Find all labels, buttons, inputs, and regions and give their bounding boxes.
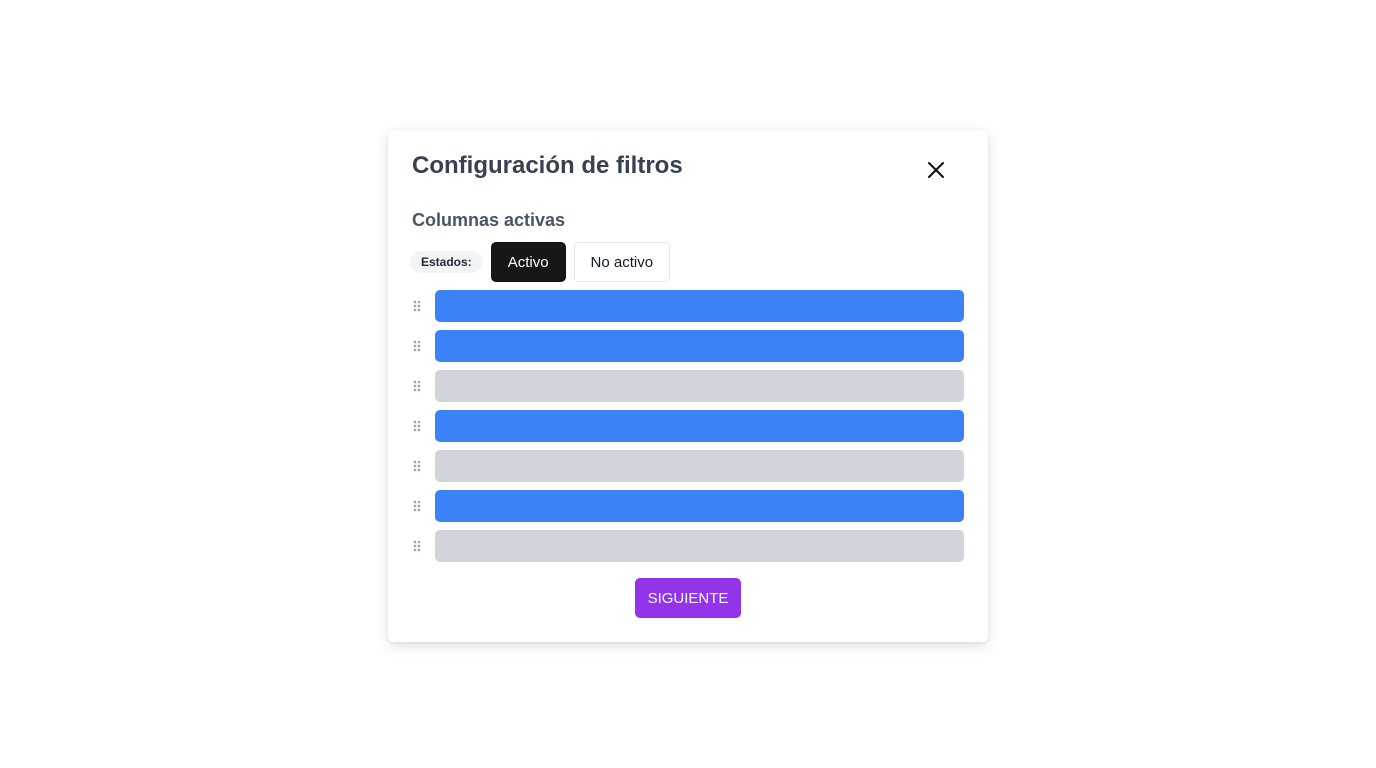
states-filter: Estados: Activo No activo [410, 242, 671, 282]
column-bar-inactive[interactable] [435, 370, 964, 402]
drag-handle-icon [413, 540, 421, 552]
column-bar-active[interactable] [435, 330, 964, 362]
column-bar-inactive[interactable] [435, 530, 964, 562]
drag-handle-icon [413, 420, 421, 432]
drag-handle[interactable] [412, 490, 435, 522]
close-icon [928, 162, 944, 178]
drag-handle-icon [413, 300, 421, 312]
drag-handle[interactable] [412, 530, 435, 562]
column-row [412, 530, 964, 562]
modal-title: Configuración de filtros [412, 152, 683, 179]
column-bar-active[interactable] [435, 490, 964, 522]
column-list [412, 290, 964, 570]
drag-handle-icon [413, 380, 421, 392]
column-row [412, 330, 964, 362]
drag-handle[interactable] [412, 410, 435, 442]
drag-handle[interactable] [412, 370, 435, 402]
drag-handle-icon [413, 500, 421, 512]
column-row [412, 410, 964, 442]
drag-handle-icon [413, 460, 421, 472]
column-bar-active[interactable] [435, 290, 964, 322]
column-row [412, 450, 964, 482]
column-row [412, 490, 964, 522]
drag-handle-icon [413, 340, 421, 352]
state-active-button[interactable]: Activo [490, 242, 566, 282]
drag-handle[interactable] [412, 290, 435, 322]
column-bar-active[interactable] [435, 410, 964, 442]
next-button[interactable]: SIGUIENTE [635, 578, 741, 618]
drag-handle[interactable] [412, 330, 435, 362]
filter-config-modal: Configuración de filtros Columnas activa… [388, 130, 988, 642]
column-bar-inactive[interactable] [435, 450, 964, 482]
column-row [412, 370, 964, 402]
state-inactive-button[interactable]: No activo [573, 242, 671, 282]
drag-handle[interactable] [412, 450, 435, 482]
section-title: Columnas activas [412, 210, 566, 230]
close-button[interactable] [924, 158, 948, 182]
states-label: Estados: [410, 251, 483, 273]
column-row [412, 290, 964, 322]
